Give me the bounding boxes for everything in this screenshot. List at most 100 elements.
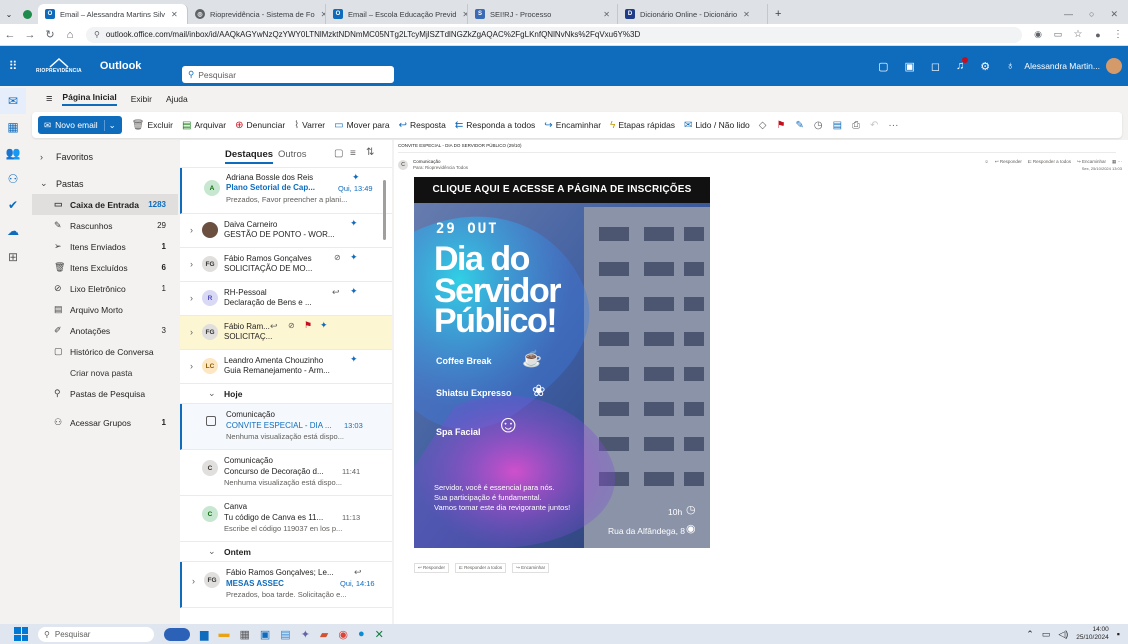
more-icon[interactable]: ▦ ··· [1112, 159, 1122, 165]
todo-app-icon[interactable]: ✔ [0, 192, 26, 218]
close-tab-icon[interactable]: ✕ [743, 10, 750, 19]
app-launcher-icon[interactable]: ⠿ [0, 59, 26, 73]
tab-other[interactable]: Outros [278, 149, 307, 160]
chevron-right-icon[interactable]: › [192, 576, 195, 586]
undo-icon[interactable]: ↶ [870, 120, 878, 131]
avatar[interactable]: LC [202, 358, 218, 374]
browser-tab-dicionario[interactable]: D Dicionário Online - Dicionário ✕ [618, 4, 768, 24]
bottom-reply-button[interactable]: ↩ Responder [414, 563, 450, 573]
flag-icon[interactable]: ⚑ [304, 320, 312, 331]
pin-icon[interactable]: ✦ [350, 218, 358, 229]
task-view-icon[interactable]: ▆ [200, 628, 208, 641]
avatar[interactable]: R [202, 290, 218, 306]
notifications-bell-icon[interactable]: ♫ [956, 57, 969, 72]
network-icon[interactable]: ▭ [1042, 629, 1051, 640]
widgets-icon[interactable] [164, 627, 190, 641]
outlook-app-icon[interactable]: ▣ [260, 628, 270, 641]
calendar-app-icon[interactable]: ▦ [0, 114, 26, 140]
folder-notes[interactable]: ✐ Anotações 3 [32, 320, 178, 341]
filter-icon[interactable]: ≡ [350, 148, 356, 159]
reply-action[interactable]: ↩ Responder [995, 159, 1022, 165]
pin-icon[interactable]: ✦ [350, 252, 358, 263]
volume-icon[interactable]: ◁) [1058, 629, 1068, 640]
flag-icon[interactable]: ⚑ [776, 120, 785, 131]
tab-ajuda[interactable]: Ajuda [166, 94, 188, 104]
pin-icon[interactable]: ✦ [352, 172, 360, 183]
emoji-reaction-icon[interactable]: ☺ [984, 159, 989, 165]
browser-tab-email-escola[interactable]: O Email – Escola Educação Previd ✕ [326, 4, 468, 24]
edge-sync-icon[interactable] [23, 9, 33, 19]
folders-header[interactable]: ⌄ Pastas [32, 173, 178, 194]
create-folder-link[interactable]: Criar nova pasta [32, 362, 178, 383]
email-from[interactable]: Comunicação [413, 159, 441, 164]
event-poster[interactable]: CLIQUE AQUI E ACESSE A PÁGINA DE INSCRIÇ… [414, 177, 710, 548]
tab-pagina-inicial[interactable]: Página Inicial [62, 92, 117, 106]
avatar[interactable]: FG [202, 324, 218, 340]
browser-tab-rioprevidencia[interactable]: ◎ Rioprevidência - Sistema de Fo ✕ [188, 4, 326, 24]
pin-icon[interactable]: ✦ [350, 286, 358, 297]
forward-icon[interactable]: → [20, 29, 40, 41]
minimize-icon[interactable]: — [1064, 9, 1073, 19]
chevron-down-icon[interactable]: ⌄ [103, 119, 116, 131]
search-input[interactable]: ⚲ Pesquisar [182, 66, 394, 83]
user-avatar[interactable] [1106, 58, 1122, 74]
quick-steps-button[interactable]: ϟ Etapas rápidas [610, 120, 675, 131]
windows-start-icon[interactable] [14, 627, 28, 641]
onedrive-app-icon[interactable]: ☁ [0, 218, 26, 244]
list-scrollbar[interactable] [383, 180, 386, 240]
list-item[interactable]: › Daiva Carneiro GESTÃO DE PONTO - WOR... ✦ [180, 214, 392, 248]
url-field[interactable]: ⚲ outlook.office.com/mail/inbox/id/AAQkA… [86, 26, 1022, 43]
more-options-icon[interactable]: ··· [888, 120, 898, 131]
more-apps-icon[interactable]: ⊞ [0, 244, 26, 270]
pin-icon[interactable]: ✦ [320, 320, 328, 331]
avatar[interactable] [202, 222, 218, 238]
tag-icon[interactable]: ◇ [759, 120, 767, 131]
print-icon[interactable]: ⎙ [852, 120, 860, 131]
read-unread-button[interactable]: ✉ Lido / Não lido [684, 120, 750, 131]
delete-button[interactable]: 🗑 Excluir [132, 120, 173, 131]
move-to-button[interactable]: ▭ Mover para [334, 120, 389, 131]
store-icon[interactable]: ▤ [280, 628, 290, 641]
folder-drafts[interactable]: ✎ Rascunhos 29 [32, 215, 178, 236]
list-item[interactable]: C Comunicação Concurso de Decoração d... 11… [180, 450, 392, 496]
report-button[interactable]: ⊕ Denunciar [235, 120, 285, 131]
mail-app-icon[interactable]: ✉ [0, 88, 26, 114]
select-all-icon[interactable]: ▢ [334, 148, 343, 159]
powerpoint-icon[interactable]: ▰ [320, 628, 328, 641]
tab-menu-icon[interactable]: ⌄ [6, 10, 13, 19]
reload-icon[interactable]: ↻ [40, 28, 60, 41]
chrome-icon[interactable]: ◉ [338, 628, 348, 641]
chevron-right-icon[interactable]: › [190, 259, 193, 269]
app-name[interactable]: Outlook [100, 60, 142, 72]
groups-app-icon[interactable]: ⚇ [0, 166, 26, 192]
back-icon[interactable]: ← [0, 29, 20, 41]
collapse-nav-icon[interactable]: ≡ [46, 93, 52, 105]
list-item[interactable]: › FG Fábio Ramos Gonçalves SOLICITAÇÃO DE M… [180, 248, 392, 282]
restore-icon[interactable]: ○ [1089, 9, 1094, 19]
chevron-right-icon[interactable]: › [190, 361, 193, 371]
pin-icon[interactable]: ✦ [350, 354, 358, 365]
folder-deleted[interactable]: 🗑 Itens Excluídos 6 [32, 257, 178, 278]
feedback-icon[interactable]: ◻ [931, 60, 940, 73]
home-icon[interactable]: ⌂ [60, 29, 80, 41]
sweep-button[interactable]: ⌇ Varrer [294, 120, 325, 131]
group-header-today[interactable]: ⌄ Hoje [180, 384, 392, 404]
tab-exibir[interactable]: Exibir [131, 94, 152, 104]
avatar[interactable]: FG [204, 572, 220, 588]
calculator-icon[interactable]: ▦ [239, 628, 249, 641]
teams-icon[interactable]: ▣ [904, 60, 914, 73]
close-tab-icon[interactable]: ✕ [171, 10, 178, 19]
chevron-right-icon[interactable]: › [190, 293, 193, 303]
site-info-icon[interactable]: ⚲ [94, 30, 100, 39]
browser-menu-icon[interactable]: ⋮ [1108, 29, 1128, 40]
pin-icon[interactable]: ✎ [795, 120, 803, 131]
bookmark-star-icon[interactable]: ☆ [1068, 29, 1088, 40]
notification-icon[interactable]: ▪ [1117, 629, 1120, 639]
reply-all-button[interactable]: ⇇ Responda a todos [455, 120, 535, 131]
folder-junk[interactable]: ⊘ Lixo Eletrônico 1 [32, 278, 178, 299]
chevron-right-icon[interactable]: › [190, 327, 193, 337]
extension-icon[interactable]: ◉ [1028, 29, 1048, 40]
list-item[interactable]: A Adriana Bossle dos Reis Plano Setorial d… [180, 168, 392, 214]
folder-archive[interactable]: ▤ Arquivo Morto [32, 299, 178, 320]
avatar[interactable]: A [204, 180, 220, 196]
